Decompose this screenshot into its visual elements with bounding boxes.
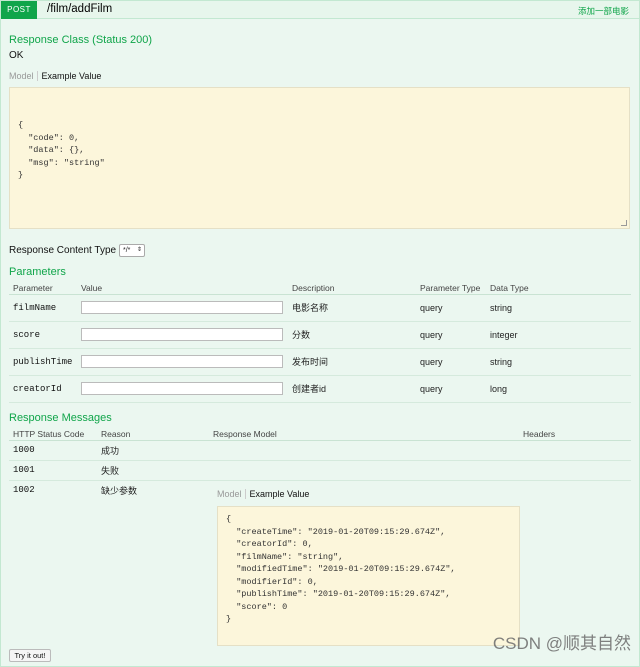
parameters-table: Parameter Value Description Parameter Ty… [9,282,631,403]
param-type-col-header: Parameter Type [420,282,490,295]
response-content-type-select[interactable]: */* ⇕ [119,244,145,257]
table-row: score 分数 query integer [9,321,631,349]
param-name: publishTime [9,348,81,376]
param-value-cell [81,321,292,349]
param-description: 创建者id [292,375,420,403]
param-value-cell [81,294,292,322]
resize-handle[interactable] [621,220,627,226]
status-code: 1000 [9,440,101,461]
code-line: } [226,614,232,624]
param-value-input[interactable] [81,301,283,314]
response-messages-table: HTTP Status Code Reason Response Model H… [9,428,631,500]
response-content-type-label: Response Content Type [9,245,117,256]
table-row: publishTime 发布时间 query string [9,348,631,376]
param-col-header: Parameter [9,282,81,295]
param-value-cell [81,375,292,403]
description-col-header: Description [292,282,420,295]
code-line: "creatorId": 0, [226,539,313,549]
reason-col-header: Reason [101,428,213,441]
param-name: creatorId [9,375,81,403]
param-data-type: long [490,375,631,403]
response-class-title: Response Class (Status 200) [9,34,153,46]
param-type: query [420,321,490,349]
parameters-title: Parameters [9,266,66,278]
status-code: 1001 [9,460,101,481]
param-name: score [9,321,81,349]
table-row: filmName 电影名称 query string [9,294,631,322]
param-value-input[interactable] [81,328,283,341]
table-row: 1001 失败 [9,460,631,481]
param-type: query [420,294,490,322]
response-class-example: { "code": 0, "data": {}, "msg": "string"… [9,87,630,229]
model-tab[interactable]: Model [9,71,38,81]
model-tab[interactable]: Model [217,489,246,499]
reason: 缺少参数 [101,485,138,496]
status-code-col-header: HTTP Status Code [9,428,101,441]
example-value-tab[interactable]: Example Value [38,71,102,81]
response-model-col-header: Response Model [213,428,523,441]
response-messages-title: Response Messages [9,412,112,424]
code-line: "data": {}, [18,145,85,155]
reason: 成功 [101,440,213,461]
code-line: "score": 0 [226,601,288,612]
code-line: "msg": "string" [18,157,105,168]
param-description: 分数 [292,321,420,349]
param-name: filmName [9,294,81,322]
content-type-value: */* [123,247,131,254]
example-value-tab[interactable]: Example Value [246,489,310,499]
param-value-input[interactable] [81,382,283,395]
param-data-type: string [490,348,631,376]
param-data-type: integer [490,321,631,349]
response-class-tabs: Model Example Value [9,71,101,81]
code-line: { [226,514,232,524]
reason: 失败 [101,460,213,481]
param-type: query [420,348,490,376]
code-line: "modifiedTime": "2019-01-20T09:15:29.674… [226,564,456,574]
operation-panel: POST /film/addFilm 添加一部电影 Response Class… [0,0,640,667]
code-line: "filmName": "string", [226,551,344,562]
code-line: { [18,120,24,130]
param-data-type: string [490,294,631,322]
param-value-input[interactable] [81,355,283,368]
param-description: 电影名称 [292,294,420,322]
table-row: 1000 成功 [9,440,631,461]
param-description: 发布时间 [292,348,420,376]
data-type-col-header: Data Type [490,282,631,295]
http-method-badge: POST [1,1,37,19]
response-status-text: OK [9,50,24,61]
param-type: query [420,375,490,403]
endpoint-path[interactable]: /film/addFilm [47,3,112,15]
try-it-out-button[interactable]: Try it out! [9,649,51,662]
chevron-updown-icon: ⇕ [136,247,142,253]
param-value-cell [81,348,292,376]
watermark: CSDN @顺其自然 [492,634,631,653]
value-col-header: Value [81,282,292,295]
code-line: "modifierId": 0, [226,576,318,587]
operation-header[interactable]: POST /film/addFilm 添加一部电影 [1,1,639,19]
operation-summary[interactable]: 添加一部电影 [578,5,629,17]
code-line: } [18,170,24,180]
response-model-tabs: Model Example Value [217,489,309,499]
table-row: 1002 缺少参数 [9,480,631,500]
status-code: 1002 [13,485,35,496]
headers-col-header: Headers [523,428,631,441]
response-model-example[interactable]: { "createTime": "2019-01-20T09:15:29.674… [217,506,520,646]
code-line: "publishTime": "2019-01-20T09:15:29.674Z… [226,589,451,599]
code-line: "createTime": "2019-01-20T09:15:29.674Z"… [226,526,446,537]
table-row: creatorId 创建者id query long [9,375,631,403]
code-line: "code": 0, [18,132,80,143]
